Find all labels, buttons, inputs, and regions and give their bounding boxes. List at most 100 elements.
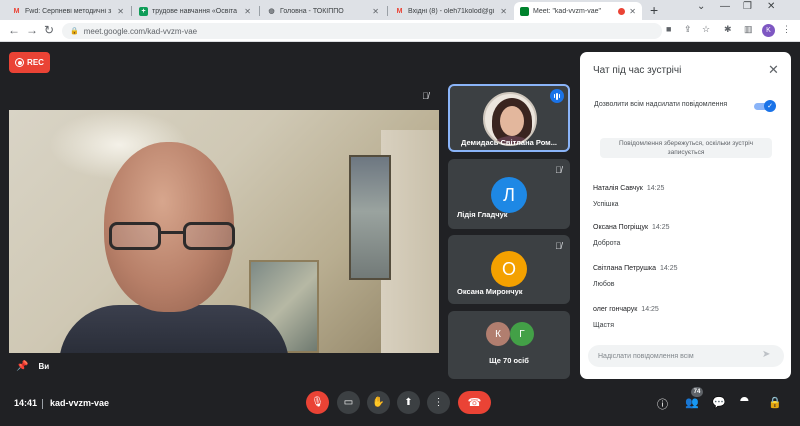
speaking-indicator-icon	[550, 89, 564, 103]
close-icon[interactable]: ✕	[768, 62, 779, 78]
globe-icon: ◍	[268, 8, 275, 15]
participant-tile-speaking[interactable]: Демидась Світлана Ром...	[448, 84, 570, 152]
recording-badge: REC	[9, 52, 50, 73]
person-shirt	[59, 305, 289, 353]
tab-title: трудове навчання «Освіта	[152, 7, 238, 15]
tab-title: Fwd: Серпневі методичні з	[25, 7, 112, 15]
chat-message-input[interactable]	[588, 345, 784, 367]
camera-toggle-button[interactable]: ▭	[337, 391, 360, 414]
side-panel-icon[interactable]: ▥	[744, 24, 753, 35]
send-icon[interactable]: ➤	[762, 349, 770, 360]
restore-button[interactable]: ❐	[743, 1, 752, 12]
tab-title: Meet: "kad-vvzm-vae"	[533, 7, 601, 15]
message-time: 14:25	[641, 306, 659, 313]
close-tab-icon[interactable]: ✕	[244, 7, 251, 16]
message-text: Успішка	[593, 201, 619, 208]
tab-divider	[387, 6, 388, 16]
chat-title: Чат під час зустрічі	[593, 65, 682, 76]
self-label: 📌 Ви	[16, 361, 49, 372]
browser-tab-3[interactable]: ◍ Головна - ТОКІППО ✕	[261, 2, 385, 20]
meeting-details-icon[interactable]: ⓘ	[657, 396, 668, 412]
url-text: meet.google.com/kad-vvzm-vae	[83, 26, 198, 36]
address-bar[interactable]: 🔒 meet.google.com/kad-vvzm-vae	[62, 23, 662, 39]
close-window-button[interactable]: ✕	[767, 1, 775, 12]
more-participants-tile[interactable]: К Г Ще 70 осіб	[448, 311, 570, 379]
present-icon: ⬆	[404, 397, 413, 408]
browser-tab-2[interactable]: + трудове навчання «Освіта ✕	[133, 2, 257, 20]
close-tab-icon[interactable]: ✕	[372, 7, 379, 16]
browser-tab-5-active[interactable]: Meet: "kad-vvzm-vae" ✕	[514, 2, 642, 20]
message-text: Доброта	[593, 240, 621, 247]
back-icon[interactable]: ←	[8, 23, 20, 37]
message-sender: олег гончарук	[593, 306, 638, 313]
host-controls-icon[interactable]: 🔒	[768, 396, 782, 409]
bookmark-star-icon[interactable]: ☆	[702, 24, 710, 35]
browser-tab-strip: M Fwd: Серпневі методичні з ✕ + трудове …	[0, 0, 800, 20]
participant-tile[interactable]: 🎙̸ Л Лідія Гладчук	[448, 159, 570, 229]
participant-name: Демидась Світлана Ром...	[461, 138, 557, 147]
leave-call-button[interactable]: ☎	[458, 391, 491, 414]
chat-message: Наталія Савчук 14:25 Успішка	[593, 177, 664, 208]
meeting-clock: 14:41	[14, 398, 38, 408]
tab-title: Вхідні (8) - oleh71kolod@gi	[408, 7, 495, 15]
recording-indicator-icon	[618, 7, 626, 15]
chrome-menu-icon[interactable]: ⋮	[782, 24, 791, 35]
more-vert-icon: ⋮	[433, 397, 444, 408]
meet-icon	[520, 6, 529, 16]
gmail-icon: M	[13, 7, 20, 15]
extensions-icon[interactable]: ✱	[724, 24, 732, 35]
participant-name: Лідія Гладчук	[457, 210, 508, 219]
tab-divider	[131, 6, 132, 16]
forward-icon[interactable]: →	[26, 23, 38, 37]
profile-avatar[interactable]: K	[762, 24, 775, 37]
more-participants-label: Ще 70 осіб	[489, 356, 529, 365]
reload-icon[interactable]: ↻	[44, 23, 54, 37]
lock-icon[interactable]: 🔒	[70, 27, 79, 35]
close-tab-icon[interactable]: ✕	[117, 7, 124, 16]
self-name: Ви	[38, 362, 50, 371]
rec-label: REC	[27, 58, 44, 67]
mic-toggle-button[interactable]: 🎙	[306, 391, 329, 414]
present-screen-button[interactable]: ⬆	[397, 391, 420, 414]
allow-messages-label: Дозволити всім надсилати повідомлення	[594, 101, 728, 108]
close-tab-icon[interactable]: ✕	[500, 7, 507, 16]
tab-title: Головна - ТОКІППО	[280, 7, 344, 15]
sheets-icon: +	[139, 6, 148, 16]
pin-icon[interactable]: 📌	[16, 361, 28, 372]
close-tab-icon[interactable]: ✕	[629, 7, 636, 16]
camera-in-use-icon[interactable]: ■	[666, 24, 671, 34]
new-tab-button[interactable]: +	[650, 2, 658, 18]
tab-search-icon[interactable]: ⌄	[697, 1, 705, 12]
message-time: 14:25	[652, 224, 670, 231]
camera-icon: ▭	[343, 397, 354, 408]
toolbar-divider	[42, 399, 43, 409]
mic-off-icon: 🎙̸	[422, 91, 429, 101]
raise-hand-button[interactable]: ✋	[367, 391, 390, 414]
chat-message: Світлана Петрушка 14:25 Любов	[593, 257, 678, 288]
chat-message: Оксана Погріщук 14:25 Доброта	[593, 216, 670, 247]
message-text: Любов	[593, 281, 615, 288]
person-glasses	[109, 222, 235, 252]
chat-icon[interactable]: 💬	[712, 396, 726, 409]
participant-name: Оксана Мирончук	[457, 287, 523, 296]
message-text: Щастя	[593, 322, 615, 329]
participant-tile[interactable]: 🎙̸ О Оксана Мирончук	[448, 235, 570, 304]
allow-messages-toggle[interactable]: ✓	[754, 100, 776, 112]
share-icon[interactable]: ⇪	[684, 24, 692, 35]
gmail-icon: M	[396, 7, 403, 15]
more-options-button[interactable]: ⋮	[427, 391, 450, 414]
recording-note: Повідомлення збережуться, оскільки зустр…	[600, 138, 772, 158]
browser-tab-4[interactable]: M Вхідні (8) - oleh71kolod@gi ✕	[389, 2, 513, 20]
check-icon: ✓	[764, 100, 776, 112]
hand-icon: ✋	[372, 397, 385, 408]
participant-avatar: Л	[491, 177, 527, 213]
activities-icon[interactable]: ⯊	[740, 396, 749, 409]
minimize-button[interactable]: —	[720, 1, 730, 12]
mic-off-icon: 🎙̸	[555, 241, 562, 251]
message-sender: Наталія Савчук	[593, 185, 643, 192]
meeting-code: kad-vvzm-vae	[50, 398, 110, 408]
people-icon[interactable]: 👥	[685, 396, 699, 409]
mic-off-icon: 🎙̸	[555, 165, 562, 175]
browser-tab-1[interactable]: M Fwd: Серпневі методичні з ✕	[6, 2, 130, 20]
hang-up-icon: ☎	[467, 397, 482, 409]
